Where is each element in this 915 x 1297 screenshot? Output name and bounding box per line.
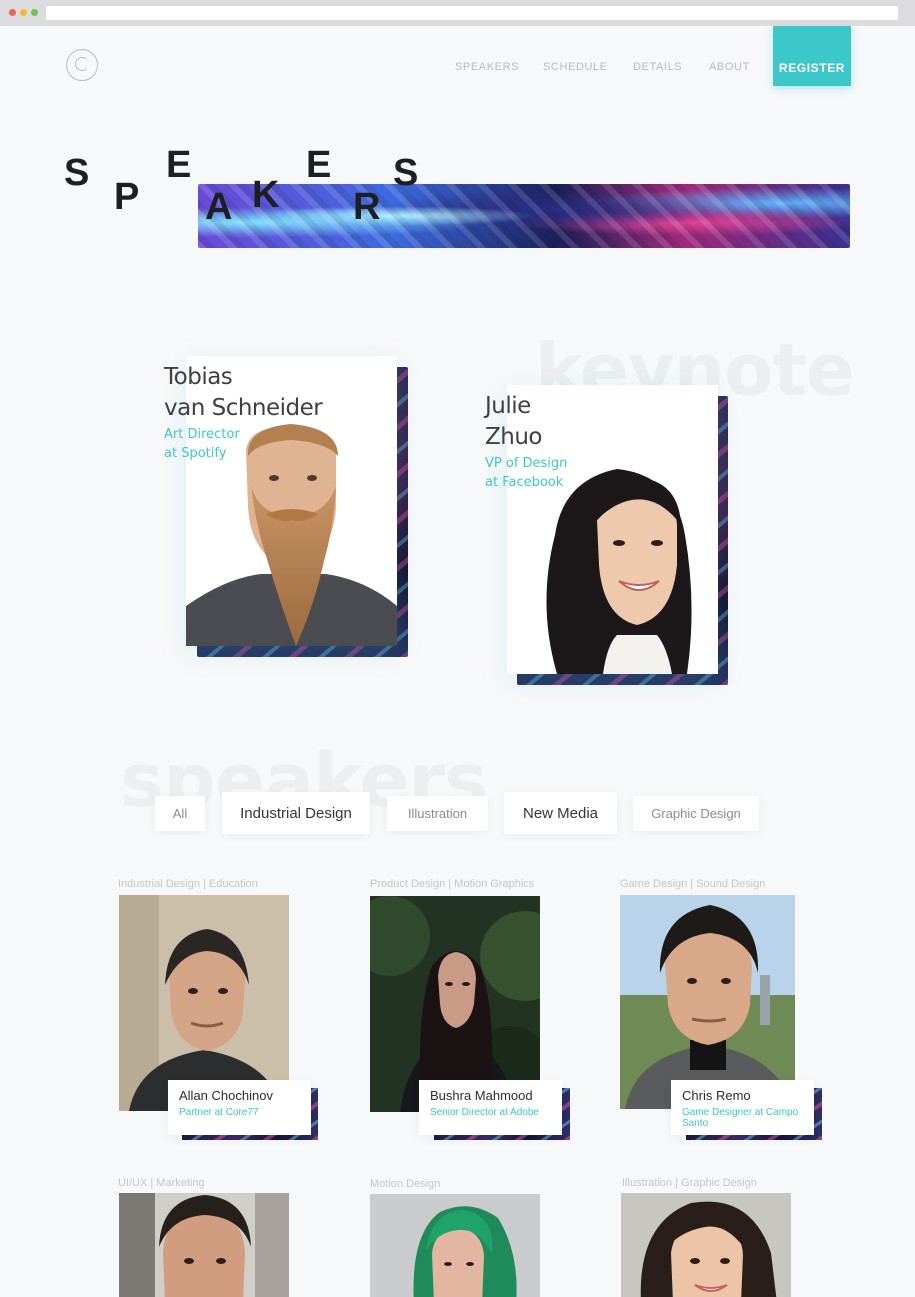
speaker-photo[interactable] <box>621 1193 791 1297</box>
speaker-namecard[interactable]: Chris Remo Game Designer at Campo Santo <box>671 1080 814 1135</box>
logo-icon[interactable] <box>66 49 98 81</box>
speaker-tags: Industrial Design | Education <box>118 878 258 890</box>
keynote-name-julie-line2: Zhuo <box>485 424 542 450</box>
speaker-tags: Motion Design <box>370 1178 441 1190</box>
nav-schedule[interactable]: SCHEDULE <box>543 61 608 73</box>
keynote-role-tobias-line1: Art Director <box>164 427 240 442</box>
browser-chrome <box>0 0 915 26</box>
speaker-photo[interactable] <box>370 1194 540 1297</box>
speaker-tags: Illustration | Graphic Design <box>622 1177 757 1189</box>
hero-letter-p: P <box>114 176 140 218</box>
speaker-namecard[interactable]: Allan Chochinov Partner at Core77 <box>168 1080 311 1135</box>
speaker-name: Bushra Mahmood <box>430 1088 533 1103</box>
speaker-photo[interactable] <box>119 1193 289 1297</box>
chris-photo[interactable] <box>620 895 795 1109</box>
speaker-role: Senior Director at Adobe <box>430 1107 539 1118</box>
filter-new-media[interactable]: New Media <box>504 792 617 834</box>
speaker-tags: UI/UX | Marketing <box>118 1177 205 1189</box>
keynote-role-tobias-line2: at Spotify <box>164 446 227 461</box>
nav-details[interactable]: DETAILS <box>633 61 682 73</box>
address-bar[interactable] <box>46 6 898 20</box>
hero-letter-k: K <box>252 174 280 216</box>
nav-speakers[interactable]: SPEAKERS <box>455 61 519 73</box>
keynote-name-tobias-line1: Tobias <box>164 364 233 390</box>
maximize-window-icon[interactable] <box>31 9 38 16</box>
speaker-role: Game Designer at Campo Santo <box>682 1107 799 1129</box>
allan-photo[interactable] <box>119 895 289 1111</box>
keynote-role-julie-line2: at Facebook <box>485 475 564 490</box>
speaker-name: Chris Remo <box>682 1088 751 1103</box>
hero-letter-a: A <box>205 186 233 228</box>
close-window-icon[interactable] <box>9 9 16 16</box>
filter-all[interactable]: All <box>155 796 205 831</box>
keynote-role-julie-line1: VP of Design <box>485 456 568 471</box>
hero-letter-s: S <box>64 152 90 194</box>
filter-industrial-design[interactable]: Industrial Design <box>222 792 370 834</box>
speaker-tags: Game Design | Sound Design <box>620 878 766 890</box>
filter-illustration[interactable]: Illustration <box>387 796 488 831</box>
speaker-name: Allan Chochinov <box>179 1088 273 1103</box>
speaker-namecard[interactable]: Bushra Mahmood Senior Director at Adobe <box>419 1080 562 1135</box>
filter-graphic-design[interactable]: Graphic Design <box>633 796 759 831</box>
register-button[interactable]: REGISTER <box>773 26 851 86</box>
nav-about[interactable]: ABOUT <box>709 61 750 73</box>
hero-banner-image <box>198 184 850 248</box>
hero-letter-r: R <box>353 186 381 228</box>
hero-letter-e2: E <box>306 144 332 186</box>
minimize-window-icon[interactable] <box>20 9 27 16</box>
keynote-name-julie-line1: Julie <box>485 393 531 419</box>
keynote-name-tobias-line2: van Schneider <box>164 395 323 421</box>
page: SPEAKERS SCHEDULE DETAILS ABOUT REGISTER… <box>0 26 915 1297</box>
speaker-role: Partner at Core77 <box>179 1107 259 1118</box>
speaker-tags: Product Design | Motion Graphics <box>370 878 535 890</box>
hero-letter-s2: S <box>393 152 419 194</box>
hero-letter-e: E <box>166 144 192 186</box>
